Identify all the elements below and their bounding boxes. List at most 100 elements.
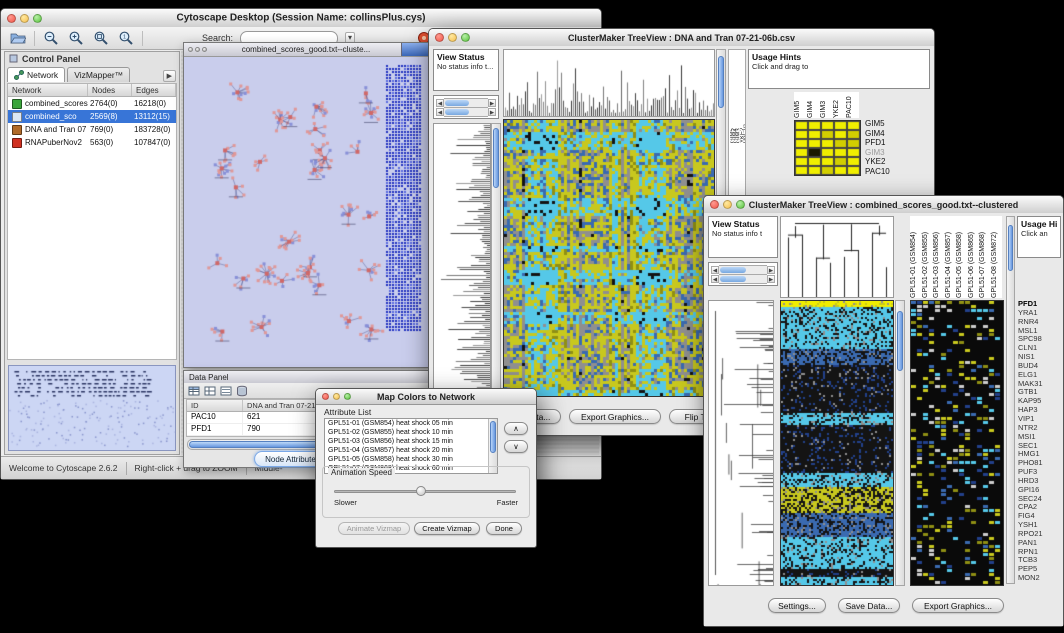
settings-button[interactable]: Settings...	[768, 598, 826, 613]
grid-icon[interactable]	[204, 385, 216, 397]
zoom-heatmap-canvas[interactable]	[794, 120, 861, 176]
gene-label[interactable]: YKE2	[865, 157, 929, 167]
attribute-list-item[interactable]: GPL51-03 (GSM856) heat shock 15 min	[325, 437, 497, 446]
move-up-button[interactable]: ∧	[504, 422, 528, 435]
network-view-titlebar[interactable]: combined_scores_good.txt--cluste...	[184, 43, 428, 57]
gene-label[interactable]: NTR2	[1018, 424, 1062, 433]
zoom-heatmap-canvas[interactable]	[910, 300, 1004, 586]
attribute-list-item[interactable]: GPL51-04 (GSM857) heat shock 20 min	[325, 446, 497, 455]
gene-label[interactable]: VIP1	[1018, 415, 1062, 424]
treeview-combined-titlebar[interactable]: ClusterMaker TreeView : combined_scores_…	[704, 196, 1063, 214]
gene-label[interactable]: RPN1	[1018, 548, 1062, 557]
zoom-fit-button[interactable]	[92, 29, 110, 47]
gene-label[interactable]: PAN1	[1018, 539, 1062, 548]
scrollbar-thumb[interactable]	[897, 311, 903, 371]
navigator-track[interactable]	[444, 107, 488, 117]
gene-label[interactable]: GIM5	[865, 119, 929, 129]
gene-label[interactable]: PUF3	[1018, 468, 1062, 477]
gene-label[interactable]: GIM3	[865, 148, 929, 158]
gene-label[interactable]: RPO21	[1018, 530, 1062, 539]
network-list-row[interactable]: combined_scores 2764(0) 16218(0)	[8, 97, 176, 110]
scroll-left-button[interactable]: ◀	[436, 99, 444, 107]
internal-window-buttons[interactable]	[188, 47, 207, 52]
vertical-scrollbar[interactable]	[491, 123, 501, 397]
treeview-dna-titlebar[interactable]: ClusterMaker TreeView : DNA and Tran 07-…	[429, 29, 934, 47]
column-header-edges[interactable]: Edges	[132, 84, 176, 96]
minimize-button[interactable]	[448, 33, 457, 42]
zoom-selected-button[interactable]: 1	[117, 29, 135, 47]
array-dendrogram-canvas[interactable]	[503, 49, 715, 117]
minimize-button[interactable]	[333, 393, 340, 400]
gene-label[interactable]: HAP3	[1018, 406, 1062, 415]
navigator-thumb[interactable]	[445, 109, 469, 115]
zoom-button[interactable]	[33, 14, 42, 23]
internal-close-button[interactable]	[188, 47, 193, 52]
gene-label[interactable]: GTB1	[1018, 388, 1062, 397]
gene-label[interactable]: MAK31	[1018, 380, 1062, 389]
scroll-left-button[interactable]: ◀	[436, 108, 444, 116]
close-button[interactable]	[7, 14, 16, 23]
done-button[interactable]: Done	[486, 522, 522, 535]
save-data-button[interactable]: Save Data...	[838, 598, 900, 613]
vertical-scrollbar[interactable]	[895, 300, 905, 586]
heatmap-canvas[interactable]	[503, 119, 715, 397]
minimize-button[interactable]	[20, 14, 29, 23]
minimize-button[interactable]	[723, 200, 732, 209]
network-overview-thumbnail[interactable]	[8, 365, 176, 451]
scrollbar-thumb[interactable]	[493, 128, 499, 188]
table-icon[interactable]	[188, 385, 200, 397]
navigator-track[interactable]	[719, 274, 767, 284]
network-list-row[interactable]: RNAPuberNov2 563(0) 107847(0)	[8, 136, 176, 149]
gene-label[interactable]: GIM4	[865, 129, 929, 139]
attribute-list-item[interactable]: GPL51-02 (GSM855) heat shock 10 min	[325, 428, 497, 437]
gene-label[interactable]: HRD3	[1018, 477, 1062, 486]
tab-vizmapper[interactable]: VizMapper™	[67, 67, 130, 82]
gene-label[interactable]: CLN1	[1018, 344, 1062, 353]
gene-label[interactable]: TCB3	[1018, 556, 1062, 565]
network-list-row[interactable]: DNA and Tran 07 769(0) 183728(0)	[8, 123, 176, 136]
scroll-right-button[interactable]: ▶	[767, 275, 775, 283]
gene-label[interactable]: PFD1	[1018, 300, 1062, 309]
gene-label[interactable]: PEP5	[1018, 565, 1062, 574]
gene-label[interactable]: HMG1	[1018, 450, 1062, 459]
gene-label[interactable]: NIS1	[1018, 353, 1062, 362]
zoom-button[interactable]	[736, 200, 745, 209]
tab-network[interactable]: Network	[7, 67, 65, 82]
scroll-right-button[interactable]: ▶	[488, 99, 496, 107]
attribute-list-item[interactable]: GPL51-05 (GSM858) heat shock 30 min	[325, 455, 497, 464]
close-button[interactable]	[322, 393, 329, 400]
zoom-out-button[interactable]	[42, 29, 60, 47]
attribute-list-item[interactable]: GPL51-01 (GSM854) heat shock 05 min	[325, 419, 497, 428]
gene-label[interactable]: GPI16	[1018, 486, 1062, 495]
gene-label[interactable]: RNR4	[1018, 318, 1062, 327]
internal-maximize-button[interactable]	[202, 47, 207, 52]
move-down-button[interactable]: ∨	[504, 440, 528, 453]
slider-thumb[interactable]	[416, 486, 426, 496]
dialog-titlebar[interactable]: Map Colors to Network	[316, 389, 536, 405]
heatmap-canvas[interactable]	[780, 300, 894, 586]
gene-label[interactable]: FIG4	[1018, 512, 1062, 521]
create-vizmap-button[interactable]: Create Vizmap	[414, 522, 480, 535]
zoom-navigator[interactable]: ◀ ▶ ◀ ▶	[433, 95, 499, 119]
scrollbar-thumb[interactable]	[1008, 225, 1013, 271]
gene-label[interactable]: MSL1	[1018, 327, 1062, 336]
column-header-id[interactable]: ID	[187, 400, 243, 411]
gene-label[interactable]: MSI1	[1018, 433, 1062, 442]
gene-label[interactable]: PAC10	[865, 167, 929, 177]
scrollbar-thumb[interactable]	[718, 56, 724, 108]
close-button[interactable]	[710, 200, 719, 209]
gene-label[interactable]: YSH1	[1018, 521, 1062, 530]
tab-overflow-button[interactable]: ▶	[163, 70, 176, 82]
database-icon[interactable]	[236, 385, 248, 397]
cytoscape-titlebar[interactable]: Cytoscape Desktop (Session Name: collins…	[1, 9, 601, 28]
scroll-right-button[interactable]: ▶	[767, 266, 775, 274]
gene-label[interactable]: PHO81	[1018, 459, 1062, 468]
array-dendrogram-canvas[interactable]	[780, 216, 894, 298]
zoom-button[interactable]	[461, 33, 470, 42]
network-canvas[interactable]	[184, 57, 426, 366]
scroll-left-button[interactable]: ◀	[711, 275, 719, 283]
gene-label[interactable]: CPA2	[1018, 503, 1062, 512]
gene-dendrogram-canvas[interactable]	[708, 300, 774, 586]
vertical-scrollbar[interactable]	[1006, 216, 1015, 584]
animate-vizmap-button[interactable]: Animate Vizmap	[338, 522, 410, 535]
